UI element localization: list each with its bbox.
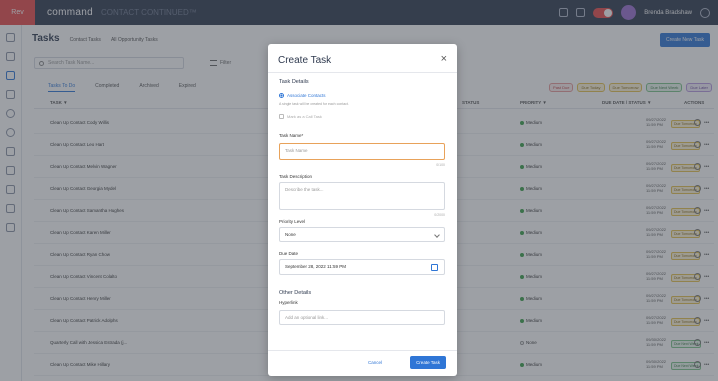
call-task-label: Mark as a Call Task — [287, 114, 322, 119]
create-task-button[interactable]: Create Task — [410, 356, 446, 369]
hyperlink-label: Hyperlink — [279, 300, 298, 305]
chevron-down-icon — [434, 232, 440, 238]
radio-icon — [279, 93, 284, 98]
other-details-heading: Other Details — [279, 290, 312, 296]
modal-footer: Cancel Create Task — [268, 350, 457, 376]
task-name-input[interactable]: Task Name — [279, 143, 445, 160]
due-date-label: Due Date — [279, 251, 299, 256]
hyperlink-placeholder: Add an optional link... — [285, 315, 329, 320]
create-task-modal: Create Task × Task Details Associate Con… — [268, 44, 457, 376]
associate-contacts-radio[interactable]: Associate Contacts — [279, 93, 326, 98]
priority-label: Priority Level — [279, 219, 306, 224]
due-date-value: September 28, 2022 11:59 PM — [285, 264, 346, 269]
close-icon[interactable]: × — [441, 53, 447, 65]
task-name-counter: 0/100 — [436, 163, 445, 167]
priority-value: None — [285, 232, 296, 237]
modal-title: Create Task — [278, 55, 332, 66]
task-name-placeholder: Task Name — [285, 148, 308, 153]
due-date-input[interactable]: September 28, 2022 11:59 PM — [279, 259, 445, 275]
hyperlink-input[interactable]: Add an optional link... — [279, 310, 445, 325]
task-name-label: Task Name* — [279, 133, 304, 138]
associate-hint: A single task will be created for each c… — [279, 102, 349, 106]
task-description-placeholder: Describe the task... — [285, 187, 324, 192]
task-description-label: Task Description — [279, 174, 313, 179]
calendar-icon[interactable] — [431, 264, 438, 271]
divider — [268, 72, 457, 73]
task-description-textarea[interactable]: Describe the task... — [279, 182, 445, 210]
associate-contacts-label: Associate Contacts — [287, 93, 326, 98]
priority-select[interactable]: None — [279, 227, 445, 242]
call-task-checkbox[interactable]: Mark as a Call Task — [279, 114, 322, 119]
checkbox-icon — [279, 114, 284, 119]
task-description-counter: 0/2000 — [434, 213, 445, 217]
task-details-heading: Task Details — [279, 79, 309, 85]
cancel-button[interactable]: Cancel — [368, 360, 382, 365]
